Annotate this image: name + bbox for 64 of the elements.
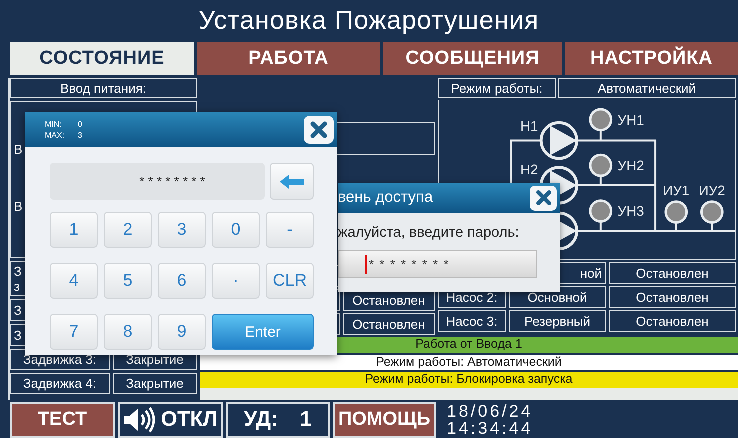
row-label: з	[14, 278, 20, 294]
keypad-key[interactable]: 5	[104, 263, 152, 299]
window-title: Установка Пожаротушения	[198, 4, 540, 36]
enter-button[interactable]: Enter	[212, 314, 314, 350]
keypad-key[interactable]: 4	[50, 263, 98, 299]
min-label: MIN:	[45, 120, 63, 128]
close-icon	[309, 120, 329, 140]
time-text: 14:34:44	[447, 420, 534, 437]
close-icon	[534, 189, 552, 207]
dialog-title: вень доступа	[338, 189, 434, 207]
close-button[interactable]	[304, 116, 334, 144]
row-label: В	[14, 199, 24, 214]
pump-label: Н2	[520, 162, 538, 178]
table-cell: Остановлен	[609, 310, 736, 332]
status-bar: Режим работы: Автоматический	[200, 354, 738, 370]
keypad-key[interactable]: -	[266, 212, 314, 248]
tab[interactable]: СООБЩЕНИЯ	[382, 42, 562, 75]
row-label: З	[14, 264, 22, 278]
close-button[interactable]	[530, 186, 557, 210]
lamp-label: ИУ2	[698, 182, 726, 198]
speaker-icon	[123, 407, 158, 433]
keypad-key[interactable]: ·	[212, 263, 260, 299]
tab[interactable]: РАБОТА	[197, 42, 380, 75]
keypad-key[interactable]: 7	[50, 314, 98, 350]
backspace-button[interactable]	[270, 163, 314, 200]
date-text: 18/06/24	[447, 403, 534, 420]
keypad-key[interactable]: 9	[158, 314, 206, 350]
max-label: MAX:	[45, 130, 66, 140]
keypad-key[interactable]: 8	[104, 314, 152, 350]
keypad-key[interactable]: 2	[104, 212, 152, 248]
level-button[interactable]: УД: 1	[226, 402, 330, 438]
keypad-key[interactable]: 1	[50, 212, 98, 248]
lamp-label: ИУ1	[663, 182, 690, 198]
action-button[interactable]: ПОМОЩЬ	[333, 402, 436, 438]
keypad-key[interactable]: CLR	[266, 263, 314, 299]
pump-label: Н1	[520, 118, 538, 134]
table-cell: Закрытие	[113, 373, 197, 394]
status-bar: Режим работы: Блокировка запуска	[200, 372, 738, 388]
table-cell: Остановлен	[609, 286, 736, 308]
table-cell: Режим работы:	[438, 78, 556, 98]
min-value: 0	[78, 120, 82, 128]
lamp-label: УН3	[618, 203, 644, 220]
mute-button[interactable]: ОТКЛ	[118, 402, 223, 438]
prompt-text: жалуйста, введите пароль:	[338, 225, 520, 241]
table-cell: Насос 3:	[438, 310, 506, 332]
table-cell: Остановлен	[609, 262, 736, 284]
keypad-key[interactable]: 0	[212, 212, 260, 248]
password-field[interactable]: * * * * * * * *	[338, 250, 537, 278]
tab[interactable]: НАСТРОЙКА	[565, 42, 738, 75]
keypad-key[interactable]: 6	[158, 263, 206, 299]
password-display: * * * * * * * *	[50, 163, 265, 200]
table-cell: Остановлен	[343, 313, 435, 335]
lamp-label: УН2	[618, 158, 644, 174]
max-value: 3	[78, 130, 82, 140]
table-cell: Задвижка 4:	[10, 373, 110, 394]
action-button[interactable]: ТЕСТ	[10, 402, 115, 438]
lamp-label: УН1	[618, 112, 644, 128]
table-cell: Автоматический	[558, 78, 736, 98]
keypad-key[interactable]: 3	[158, 212, 206, 248]
tab[interactable]: СОСТОЯНИЕ	[10, 42, 194, 75]
table-cell: Резервный	[509, 310, 606, 332]
arrow-icon	[279, 174, 305, 190]
table-cell: Ввод питания:	[10, 78, 197, 98]
row-label: В	[14, 142, 24, 157]
